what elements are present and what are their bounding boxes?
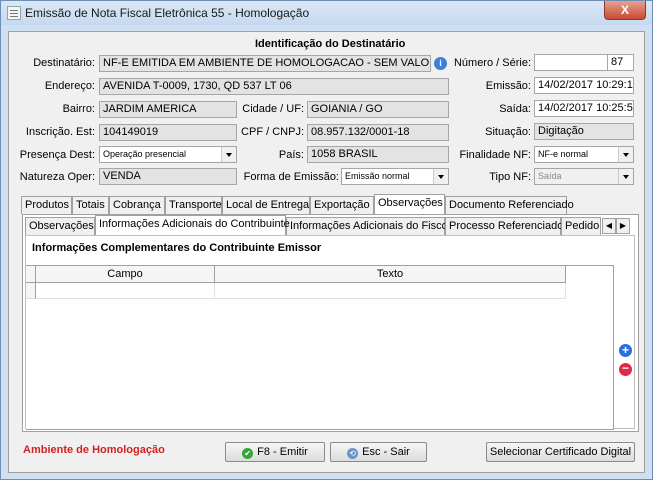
section-title: Identificação do Destinatário [255,38,406,50]
panel-title: Informações Complementares do Contribuin… [32,242,322,254]
info-grid: Campo Texto [26,265,614,430]
destinatario-label: Destinatário: [33,57,95,69]
info-icon[interactable]: i [434,57,447,70]
subtab-info-fisco[interactable]: Informações Adicionais do Fisco [286,217,448,235]
endereco-label: Endereço: [44,80,95,92]
forma-value: Emissão normal [345,171,410,181]
main-tabs: Produtos Totais Cobrança Transporte Loca… [21,194,641,214]
finalidade-value: NF-e normal [538,149,589,159]
forma-label: Forma de Emissão: [243,171,339,183]
natureza-label: Natureza Oper: [19,171,95,183]
subtab-pedido[interactable]: Pedido [561,217,601,235]
bairro-label: Bairro: [62,103,95,115]
contribuinte-panel: Informações Complementares do Contribuin… [25,235,635,430]
cpf-field[interactable]: 08.957.132/0001-18 [307,124,449,141]
certificado-button[interactable]: Selecionar Certificado Digital [486,442,635,462]
tab-exportacao[interactable]: Exportação [310,196,374,214]
chevron-down-icon [433,169,448,184]
sair-label: Esc - Sair [362,446,410,458]
forma-select[interactable]: Emissão normal [341,168,449,185]
column-campo[interactable]: Campo [36,266,215,283]
cell-campo[interactable] [36,283,215,299]
pais-label: País: [278,149,304,161]
saida-field[interactable]: 14/02/2017 10:25:53 [534,100,634,117]
app-icon [7,6,21,20]
emissao-label: Emissão: [485,80,531,92]
natureza-field[interactable]: VENDA [99,168,237,185]
subtab-observacoes[interactable]: Observações [25,217,95,235]
ambiente-label: Ambiente de Homologação [23,444,165,456]
close-button[interactable]: X [604,1,646,20]
exit-icon: ⟲ [347,448,359,459]
remove-row-icon[interactable]: − [619,362,632,376]
tipo-label: Tipo NF: [489,171,531,183]
situacao-label: Situação: [485,126,531,138]
subtab-processo[interactable]: Processo Referenciado [445,217,563,235]
tab-cobranca[interactable]: Cobrança [109,196,165,214]
cpf-label: CPF / CNPJ: [241,126,304,138]
finalidade-label: Finalidade NF: [459,149,531,161]
scroll-right-icon[interactable]: ▶ [616,218,630,234]
bairro-field[interactable]: JARDIM AMERICA [99,101,237,118]
column-texto[interactable]: Texto [215,266,566,283]
tab-local-entrega[interactable]: Local de Entrega [222,196,310,214]
tab-produtos[interactable]: Produtos [21,196,72,214]
numero-label: Número / Série: [453,57,531,69]
subtab-info-contribuinte[interactable]: Informações Adicionais do Contribuinte [95,215,290,235]
saida-label: Saída: [499,103,531,115]
sub-tabs: Observações Informações Adicionais do Co… [25,215,637,235]
add-row-icon[interactable]: + [619,344,632,357]
tab-transporte[interactable]: Transporte [165,196,222,214]
tipo-select[interactable]: Saída [534,168,634,185]
emitir-label: F8 - Emitir [257,446,308,458]
cidade-label: Cidade / UF: [242,103,304,115]
destinatario-field[interactable]: NF-E EMITIDA EM AMBIENTE DE HOMOLOGACAO … [99,55,431,72]
tab-documento-referenciado[interactable]: Documento Referenciado [445,196,574,214]
cidade-field[interactable]: GOIANIA / GO [307,101,449,118]
presenca-label: Presença Dest: [19,149,95,161]
emitir-button[interactable]: ✔ F8 - Emitir [225,442,325,462]
title-bar: Emissão de Nota Fiscal Eletrônica 55 - H… [1,1,652,25]
finalidade-select[interactable]: NF-e normal [534,146,634,163]
window-title: Emissão de Nota Fiscal Eletrônica 55 - H… [25,6,310,20]
scroll-left-icon[interactable]: ◀ [602,218,616,234]
check-icon: ✔ [242,448,254,459]
chevron-down-icon [618,147,633,162]
main-window: Emissão de Nota Fiscal Eletrônica 55 - H… [0,0,653,480]
chevron-down-icon [618,169,633,184]
form-client: Identificação do Destinatário Destinatár… [8,31,645,473]
tab-totais[interactable]: Totais [72,196,109,214]
chevron-down-icon [221,147,236,162]
presenca-value: Operação presencial [103,149,187,159]
situacao-field: Digitação [534,123,634,140]
serie-field[interactable]: 87 [607,54,634,71]
presenca-select[interactable]: Operação presencial [99,146,237,163]
row-indicator [26,283,36,299]
pais-field[interactable]: 1058 BRASIL [307,146,449,163]
cell-texto[interactable] [215,283,566,299]
emissao-field[interactable]: 14/02/2017 10:29:16 [534,77,634,94]
grid-indicator-header [26,266,36,283]
endereco-field[interactable]: AVENIDA T-0009, 1730, QD 537 LT 06 [99,78,449,95]
tipo-value: Saída [538,171,562,181]
tab-observacoes[interactable]: Observações [374,194,445,214]
sair-button[interactable]: ⟲ Esc - Sair [330,442,427,462]
observacoes-panel: Observações Informações Adicionais do Co… [22,214,639,432]
inscricao-label: Inscrição. Est: [25,126,95,138]
inscricao-field[interactable]: 104149019 [99,124,237,141]
